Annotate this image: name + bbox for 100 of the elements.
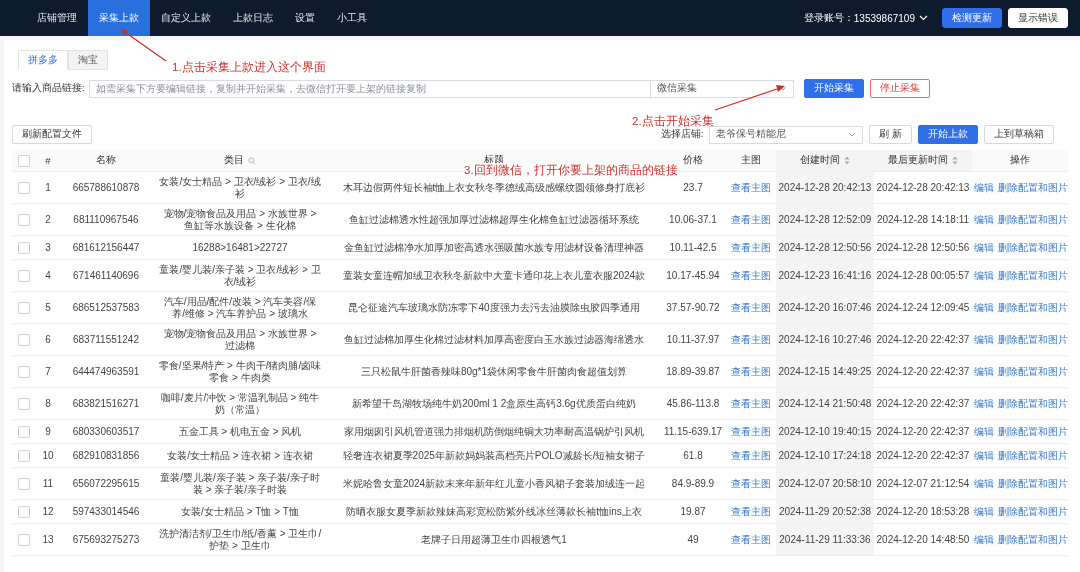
row-checkbox[interactable] — [18, 477, 30, 490]
action-link[interactable]: 删除配置和图片 — [998, 449, 1068, 462]
account-number[interactable]: 13539867109 — [853, 12, 915, 24]
created-time: 2024-12-10 17:24:18 — [778, 449, 872, 461]
view-image-link[interactable]: 查看主图 — [731, 477, 771, 489]
action-link[interactable]: 删除配置和图片 — [998, 425, 1068, 438]
action-link[interactable]: 编辑 — [974, 269, 994, 282]
action-link[interactable]: 删除配置和图片 — [998, 397, 1068, 410]
nav-button[interactable]: 检测更新 — [942, 8, 1002, 28]
action-link[interactable]: 编辑 — [974, 449, 994, 462]
row-checkbox[interactable] — [18, 365, 30, 378]
nav-tab[interactable]: 设置 — [284, 0, 326, 36]
action-link[interactable]: 删除配置和图片 — [998, 241, 1068, 254]
product-title: 米妮哈鲁女童2024新款末来年新年红儿童小香风裙子套装加绒连一起 — [342, 477, 646, 489]
action-link[interactable]: 编辑 — [974, 181, 994, 194]
action-link[interactable]: 删除配置和图片 — [998, 505, 1068, 518]
action-link[interactable]: 编辑 — [974, 241, 994, 254]
row-number: 5 — [45, 301, 51, 313]
select-all-checkbox[interactable] — [18, 154, 30, 167]
view-image-link[interactable]: 查看主图 — [731, 533, 771, 545]
created-time: 2024-12-16 10:27:46 — [778, 333, 872, 345]
action-link[interactable]: 删除配置和图片 — [998, 333, 1068, 346]
view-image-link[interactable]: 查看主图 — [731, 333, 771, 345]
view-image-link[interactable]: 查看主图 — [731, 241, 771, 253]
row-checkbox[interactable] — [18, 333, 30, 346]
created-time: 2024-12-07 20:58:10 — [778, 477, 872, 489]
row-checkbox[interactable] — [18, 213, 30, 226]
nav-tab[interactable]: 小工具 — [326, 0, 378, 36]
action-link[interactable]: 编辑 — [974, 533, 994, 546]
sort-icon[interactable] — [844, 156, 850, 165]
action-link[interactable]: 编辑 — [974, 505, 994, 518]
nav-tab[interactable]: 上款日志 — [222, 0, 284, 36]
nav-tab[interactable]: 采集上款 — [88, 0, 150, 36]
product-title: 防晒衣服女夏季新款辣妹高彩宽松防紫外线冰丝薄款长袖t恤ins上衣 — [346, 505, 642, 517]
row-checkbox[interactable] — [18, 397, 30, 410]
action-link[interactable]: 删除配置和图片 — [998, 301, 1068, 314]
view-image-link[interactable]: 查看主图 — [731, 425, 771, 437]
collect-button[interactable]: 停止采集 — [869, 79, 930, 98]
action-link[interactable]: 删除配置和图片 — [998, 213, 1068, 226]
nav-tab[interactable]: 店铺管理 — [26, 0, 88, 36]
action-link[interactable]: 编辑 — [974, 425, 994, 438]
column-header: 价格 — [683, 154, 703, 167]
updated-time: 2024-12-20 22:42:37 — [876, 449, 970, 461]
view-image-link[interactable]: 查看主图 — [731, 181, 771, 193]
action-link[interactable]: 删除配置和图片 — [998, 365, 1068, 378]
action-link[interactable]: 编辑 — [974, 365, 994, 378]
row-number: 9 — [45, 425, 51, 437]
platform-tab[interactable]: 淘宝 — [68, 50, 108, 70]
nav-button[interactable]: 显示错误 — [1008, 8, 1068, 28]
sort-icon[interactable] — [952, 156, 958, 165]
product-title: 轻奢连衣裙夏季2025年新款妈妈装高档亮片POLO减龄长/短袖女裙子 — [342, 449, 646, 461]
action-link[interactable]: 编辑 — [974, 477, 994, 490]
toolbar-button[interactable]: 上到草稿箱 — [984, 125, 1054, 144]
shop-select[interactable]: 老爷保号精能尼 — [709, 125, 864, 144]
row-number: 4 — [45, 269, 51, 281]
row-checkbox[interactable] — [18, 533, 30, 546]
link-input[interactable]: 如需采集下方要编辑链接，复制并开始采集，去微信打开要上架的链接复制 — [88, 79, 651, 98]
row-checkbox[interactable] — [18, 425, 30, 438]
row-checkbox[interactable] — [18, 269, 30, 282]
search-icon[interactable] — [248, 156, 256, 165]
toolbar-button[interactable]: 刷 新 — [869, 125, 912, 144]
row-checkbox[interactable] — [18, 301, 30, 314]
platform-tab[interactable]: 拼多多 — [18, 50, 68, 70]
created-time: 2024-12-20 16:07:46 — [778, 301, 872, 313]
action-link[interactable]: 编辑 — [974, 397, 994, 410]
action-link[interactable]: 编辑 — [974, 213, 994, 226]
view-image-link[interactable]: 查看主图 — [731, 269, 771, 281]
product-id: 680330603517 — [72, 425, 140, 437]
view-image-link[interactable]: 查看主图 — [731, 301, 771, 313]
shop-label: 选择店铺: — [660, 128, 704, 141]
updated-time: 2024-12-20 22:42:37 — [876, 365, 970, 377]
view-image-link[interactable]: 查看主图 — [731, 365, 771, 377]
price: 49 — [687, 533, 699, 545]
view-image-link[interactable]: 查看主图 — [731, 213, 771, 225]
nav-tab[interactable]: 自定义上款 — [150, 0, 222, 36]
product-id: 644474963591 — [72, 365, 140, 377]
price: 11.15-639.17 — [663, 425, 723, 437]
price: 61.8 — [683, 449, 703, 461]
product-title: 新希望千岛湖牧场纯牛奶200ml 1 2盒原生高钙3.6g优质蛋白纯奶 — [352, 397, 636, 409]
view-image-link[interactable]: 查看主图 — [731, 397, 771, 409]
toolbar-button[interactable]: 开始上款 — [918, 125, 978, 144]
category-path: 女装/女士精品 > T恤 > T恤 — [181, 505, 299, 517]
view-image-link[interactable]: 查看主图 — [731, 449, 771, 461]
product-title: 家用烟囱引风机管道强力排烟机防倒烟纯铜大功率耐高温锅炉引风机 — [344, 425, 644, 437]
refresh-config-button[interactable]: 刷新配置文件 — [12, 125, 92, 144]
action-link[interactable]: 删除配置和图片 — [998, 269, 1068, 282]
account-label: 登录账号： — [803, 11, 854, 25]
category-path: 咖啡/麦片/冲饮 > 常温乳制品 > 纯牛奶（常温） — [160, 392, 320, 415]
action-link[interactable]: 删除配置和图片 — [998, 477, 1068, 490]
mode-select[interactable]: 微信采集 — [649, 79, 794, 98]
action-link[interactable]: 编辑 — [974, 333, 994, 346]
row-checkbox[interactable] — [18, 241, 30, 254]
row-checkbox[interactable] — [18, 505, 30, 518]
action-link[interactable]: 编辑 — [974, 301, 994, 314]
view-image-link[interactable]: 查看主图 — [731, 505, 771, 517]
action-link[interactable]: 删除配置和图片 — [998, 533, 1068, 546]
row-checkbox[interactable] — [18, 181, 30, 194]
collect-button[interactable]: 开始采集 — [803, 79, 864, 98]
row-checkbox[interactable] — [18, 449, 30, 462]
action-link[interactable]: 删除配置和图片 — [998, 181, 1068, 194]
